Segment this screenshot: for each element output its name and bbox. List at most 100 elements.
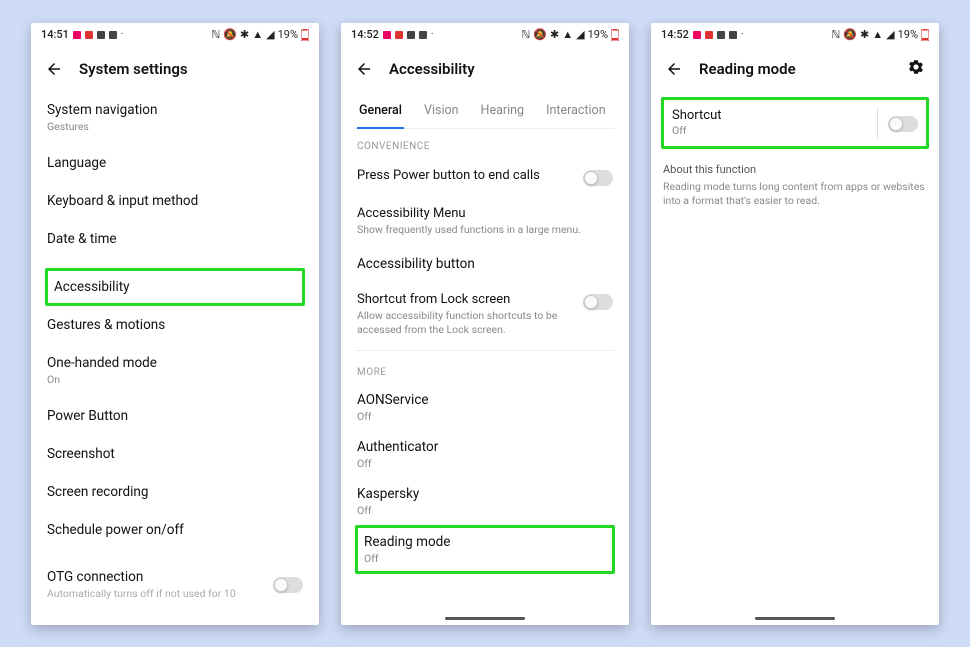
mute-icon: 🔕 <box>533 28 547 41</box>
accessibility-button-item[interactable]: Accessibility button <box>355 246 615 282</box>
notification-icon <box>705 31 713 39</box>
tab-general[interactable]: General <box>357 97 404 128</box>
power-button-item[interactable]: Power Button <box>45 397 305 435</box>
home-indicator[interactable] <box>755 617 835 620</box>
item-sub: Automatically turns off if not used for … <box>47 587 236 600</box>
linkedin-icon <box>717 31 725 39</box>
back-icon[interactable] <box>665 60 683 78</box>
nfc-icon: ℕ <box>521 28 530 41</box>
shortcut-lock-item[interactable]: Shortcut from Lock screen Allow accessib… <box>355 282 615 346</box>
kaspersky-item[interactable]: Kaspersky Off <box>355 478 615 525</box>
item-label: Shortcut from Lock screen <box>357 292 571 307</box>
bluetooth-icon: ✱ <box>550 28 559 41</box>
bluetooth-icon: ✱ <box>240 28 249 41</box>
item-sub: Off <box>357 410 613 423</box>
battery-icon <box>301 29 309 41</box>
status-time: 14:52 <box>351 28 379 41</box>
reading-mode-item[interactable]: Reading mode Off <box>358 528 612 571</box>
notification-icon <box>109 31 117 39</box>
accessibility-item[interactable]: Accessibility <box>45 268 305 306</box>
status-time: 14:52 <box>661 28 689 41</box>
header: System settings <box>31 47 319 91</box>
schedule-power-item[interactable]: Schedule power on/off <box>45 511 305 549</box>
press-power-toggle[interactable] <box>583 170 613 186</box>
notification-icon <box>73 31 81 39</box>
one-handed-item[interactable]: One-handed mode On <box>45 344 305 397</box>
otg-item[interactable]: OTG connection Automatically turns off i… <box>45 559 305 602</box>
more-icon: · <box>431 29 434 40</box>
status-time: 14:51 <box>41 28 69 41</box>
item-sub: Gestures <box>47 120 303 133</box>
language-item[interactable]: Language <box>45 144 305 182</box>
item-label: OTG connection <box>47 569 236 585</box>
accessibility-content: General Vision Hearing Interaction CONVE… <box>341 91 629 625</box>
shortcut-highlight: Shortcut Off <box>661 97 929 149</box>
gear-icon[interactable] <box>907 58 925 80</box>
keyboard-item[interactable]: Keyboard & input method <box>45 182 305 220</box>
tab-interaction[interactable]: Interaction <box>544 97 608 128</box>
shortcut-item[interactable]: Shortcut Off <box>664 100 926 146</box>
section-convenience: CONVENIENCE <box>355 129 615 158</box>
divider <box>877 108 878 138</box>
accessibility-menu-item[interactable]: Accessibility Menu Show frequently used … <box>355 196 615 247</box>
aon-service-item[interactable]: AONService Off <box>355 384 615 431</box>
linkedin-icon <box>97 31 105 39</box>
bluetooth-icon: ✱ <box>860 28 869 41</box>
item-label: Language <box>47 155 303 171</box>
item-label: Kaspersky <box>357 486 613 502</box>
item-label: Screenshot <box>47 446 303 462</box>
item-label: Date & time <box>47 231 303 247</box>
signal-icon: ◢ <box>266 28 274 41</box>
battery-icon <box>611 29 619 41</box>
item-label: AONService <box>357 392 613 408</box>
tab-vision[interactable]: Vision <box>422 97 461 128</box>
back-icon[interactable] <box>355 60 373 78</box>
notification-icon <box>395 31 403 39</box>
date-time-item[interactable]: Date & time <box>45 220 305 258</box>
tab-hearing[interactable]: Hearing <box>479 97 527 128</box>
system-navigation-item[interactable]: System navigation Gestures <box>45 91 305 144</box>
item-label: One-handed mode <box>47 355 303 371</box>
home-indicator[interactable] <box>445 617 525 620</box>
screen-recording-item[interactable]: Screen recording <box>45 473 305 511</box>
wifi-icon: ▲ <box>562 28 573 41</box>
item-label: Keyboard & input method <box>47 193 303 209</box>
mute-icon: 🔕 <box>223 28 237 41</box>
notification-icon <box>693 31 701 39</box>
wifi-icon: ▲ <box>872 28 883 41</box>
mute-icon: 🔕 <box>843 28 857 41</box>
about-label: About this function <box>663 163 927 176</box>
item-label: Reading mode <box>364 534 606 550</box>
page-title: Accessibility <box>389 60 475 78</box>
item-label: Press Power button to end calls <box>357 168 571 183</box>
battery-text: 19% <box>588 28 608 41</box>
authenticator-item[interactable]: Authenticator Off <box>355 431 615 478</box>
header: Accessibility <box>341 47 629 91</box>
status-bar: 14:52 · ℕ 🔕 ✱ ▲ ◢ 19% <box>341 23 629 47</box>
item-sub: Allow accessibility function shortcuts t… <box>357 309 571 336</box>
phone-screen-1: 14:51 · ℕ 🔕 ✱ ▲ ◢ 19% System settings Sy… <box>31 23 319 625</box>
item-label: System navigation <box>47 102 303 118</box>
battery-text: 19% <box>278 28 298 41</box>
item-sub: Off <box>357 457 613 470</box>
item-sub: Off <box>364 552 606 565</box>
gestures-motions-item[interactable]: Gestures & motions <box>45 306 305 344</box>
item-label: Accessibility button <box>357 256 613 272</box>
item-label: Screen recording <box>47 484 303 500</box>
notification-icon <box>383 31 391 39</box>
back-icon[interactable] <box>45 60 63 78</box>
item-label: Accessibility <box>54 279 296 295</box>
item-sub: Off <box>672 124 867 137</box>
screenshot-item[interactable]: Screenshot <box>45 435 305 473</box>
page-title: Reading mode <box>699 60 796 78</box>
phone-screen-2: 14:52 · ℕ 🔕 ✱ ▲ ◢ 19% Accessibility Gene… <box>341 23 629 625</box>
shortcut-toggle[interactable] <box>888 116 918 132</box>
shortcut-lock-toggle[interactable] <box>583 294 613 310</box>
press-power-item[interactable]: Press Power button to end calls <box>355 158 615 196</box>
item-label: Power Button <box>47 408 303 424</box>
status-bar: 14:51 · ℕ 🔕 ✱ ▲ ◢ 19% <box>31 23 319 47</box>
otg-toggle[interactable] <box>273 577 303 593</box>
wifi-icon: ▲ <box>252 28 263 41</box>
nfc-icon: ℕ <box>211 28 220 41</box>
about-text: Reading mode turns long content from app… <box>663 180 927 209</box>
